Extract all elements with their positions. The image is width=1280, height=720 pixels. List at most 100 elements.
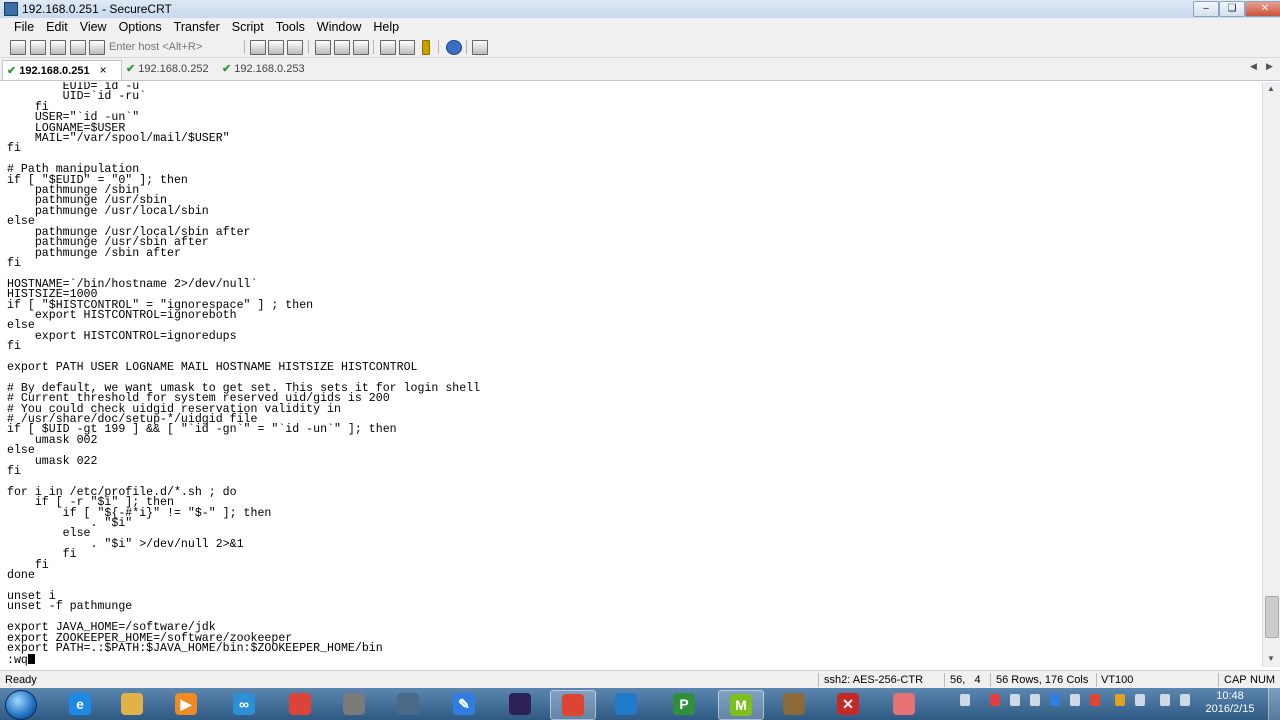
- tab-label: 192.168.0.252: [138, 63, 209, 75]
- scrollbar-thumb[interactable]: [1265, 596, 1279, 638]
- securecrt-app-icon[interactable]: [4, 2, 18, 16]
- terminal-line: MAIL="/var/spool/mail/$USER": [34, 132, 230, 146]
- tab-label: 192.168.0.251: [19, 65, 90, 77]
- tray-keyboard-icon[interactable]: [960, 694, 970, 706]
- reconnect-icon[interactable]: [70, 40, 86, 55]
- menu-edit[interactable]: Edit: [40, 18, 74, 36]
- terminal-line: done: [7, 569, 35, 583]
- connect-icon[interactable]: [10, 40, 26, 55]
- print-selection-icon[interactable]: [334, 40, 350, 55]
- paste-icon[interactable]: [268, 40, 284, 55]
- taskbar-app-button[interactable]: ∞: [222, 690, 266, 718]
- taskbar-app-button[interactable]: [498, 690, 542, 718]
- vertical-scrollbar[interactable]: ▲ ▼: [1262, 82, 1280, 667]
- status-cursor-position: 56, 4: [950, 674, 981, 686]
- tray-flag-icon[interactable]: [1135, 694, 1145, 706]
- taskbar-app-button[interactable]: e: [58, 690, 102, 718]
- terminal-line: export PATH USER LOGNAME MAIL HOSTNAME H…: [7, 360, 418, 374]
- eclipse-icon: [509, 693, 531, 715]
- tray-security-icon[interactable]: [1090, 694, 1100, 706]
- taskbar-app-button[interactable]: ✎: [442, 690, 486, 718]
- menu-options[interactable]: Options: [113, 18, 168, 36]
- taskbar-app-button[interactable]: [772, 690, 816, 718]
- copy-icon[interactable]: [250, 40, 266, 55]
- toolbar-separator: [373, 40, 374, 54]
- taskbar-app-button[interactable]: [386, 690, 430, 718]
- menu-script[interactable]: Script: [226, 18, 270, 36]
- start-button[interactable]: [5, 690, 37, 720]
- scroll-up-icon[interactable]: ▲: [1267, 84, 1275, 93]
- show-desktop-button[interactable]: [1268, 688, 1280, 720]
- taskbar-app-button[interactable]: ✕: [826, 690, 870, 718]
- menu-help[interactable]: Help: [367, 18, 405, 36]
- mindmap-app-icon: M: [730, 694, 752, 716]
- settings-app-icon: [343, 693, 365, 715]
- taskbar-app-button[interactable]: ▶: [164, 690, 208, 718]
- title-bar: 192.168.0.251 - SecureCRT – ❏ ✕: [0, 0, 1280, 19]
- help-icon[interactable]: [446, 40, 462, 55]
- find-icon[interactable]: [287, 40, 303, 55]
- menu-file[interactable]: File: [8, 18, 40, 36]
- tray-network-icon[interactable]: [1070, 694, 1080, 706]
- tab-close-icon[interactable]: ×: [100, 63, 107, 77]
- scroll-down-icon[interactable]: ▼: [1267, 654, 1275, 663]
- tab-session-251[interactable]: ✔ 192.168.0.251 ×: [2, 60, 122, 80]
- connect-tab-icon[interactable]: [50, 40, 66, 55]
- file-explorer-icon: [121, 693, 143, 715]
- tab-session-253[interactable]: ✔ 192.168.0.253: [218, 60, 317, 79]
- minimize-button[interactable]: –: [1193, 1, 1219, 17]
- network-app-icon: ∞: [233, 693, 255, 715]
- map-icon[interactable]: [472, 40, 488, 55]
- taskbar-app-button[interactable]: [882, 690, 926, 718]
- status-ready: Ready: [5, 674, 37, 686]
- tray-windows-icon[interactable]: [1030, 694, 1040, 706]
- tray-app-icon[interactable]: [990, 694, 1000, 706]
- quick-connect-icon[interactable]: [30, 40, 46, 55]
- terminal-command-line[interactable]: :wq: [0, 654, 1262, 667]
- chrome-icon: [289, 693, 311, 715]
- print-setup-icon[interactable]: [353, 40, 369, 55]
- menu-view[interactable]: View: [74, 18, 113, 36]
- toolbar-separator: [308, 40, 309, 54]
- taskbar-app-button[interactable]: [604, 690, 648, 718]
- internet-explorer-icon: e: [69, 693, 91, 715]
- session-tab-bar: ✔ 192.168.0.251 × ✔ 192.168.0.252 ✔ 192.168.…: [0, 58, 1280, 81]
- print-icon[interactable]: [315, 40, 331, 55]
- status-caps-lock: CAP: [1224, 674, 1247, 686]
- status-separator: [1218, 673, 1219, 687]
- taskbar-app-button[interactable]: [332, 690, 376, 718]
- tab-scroll-right-icon[interactable]: ▶: [1266, 61, 1273, 72]
- tray-feather-icon[interactable]: [1050, 694, 1060, 706]
- taskbar-app-button[interactable]: [550, 690, 596, 720]
- tab-scroll-left-icon[interactable]: ◀: [1250, 61, 1257, 72]
- tab-session-252[interactable]: ✔ 192.168.0.252: [122, 60, 221, 79]
- disconnect-icon[interactable]: [89, 40, 105, 55]
- tray-sync-icon[interactable]: [1010, 694, 1020, 706]
- securecrt-task-icon: [562, 694, 584, 716]
- terminal-line: fi: [7, 465, 21, 479]
- menu-transfer[interactable]: Transfer: [168, 18, 226, 36]
- taskbar-app-button[interactable]: [110, 690, 154, 718]
- enter-host-input[interactable]: [107, 39, 243, 54]
- taskbar-app-button[interactable]: M: [718, 690, 764, 720]
- taskbar-app-button[interactable]: P: [662, 690, 706, 718]
- window-title: 192.168.0.251 - SecureCRT: [22, 2, 172, 16]
- global-options-icon[interactable]: [399, 40, 415, 55]
- tray-signal-icon[interactable]: [1160, 694, 1170, 706]
- connected-check-icon: ✔: [126, 63, 136, 75]
- terminal-view[interactable]: EUID=`id -u` UID=`id -ru` fi USER="`id -…: [0, 82, 1262, 667]
- keymap-icon[interactable]: [422, 40, 430, 55]
- menu-tools[interactable]: Tools: [270, 18, 311, 36]
- status-separator: [1096, 673, 1097, 687]
- taskbar-clock[interactable]: 10:48 2016/2/15: [1200, 690, 1260, 716]
- menu-window[interactable]: Window: [311, 18, 367, 36]
- status-separator: [990, 673, 991, 687]
- status-emulation: VT100: [1101, 674, 1134, 686]
- session-options-icon[interactable]: [380, 40, 396, 55]
- taskbar-app-button[interactable]: [278, 690, 322, 718]
- maximize-button[interactable]: ❏: [1219, 1, 1245, 17]
- status-bar: Ready ssh2: AES-256-CTR 56, 4 56 Rows, 1…: [0, 670, 1280, 689]
- close-button[interactable]: ✕: [1245, 1, 1280, 17]
- tray-user-icon[interactable]: [1115, 694, 1125, 706]
- tray-volume-icon[interactable]: [1180, 694, 1190, 706]
